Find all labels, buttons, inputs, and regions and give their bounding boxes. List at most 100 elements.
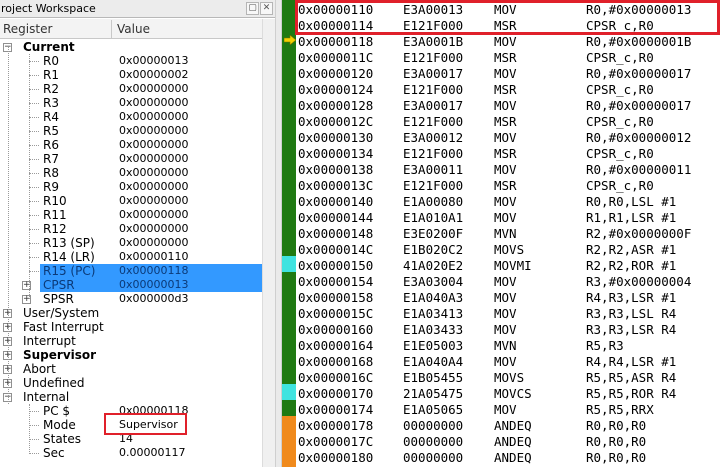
instruction-operands: R5,R5,ROR R4 [586,386,677,401]
disassembly-row[interactable]: 0x00000178 00000000 ANDEQ R0,R0,R0 [296,418,720,434]
tree-connector [29,257,39,258]
restore-icon[interactable]: ▢ [246,2,259,15]
register-row-r4[interactable]: R4 0x00000000 [0,110,262,124]
disassembly-row[interactable]: 0x00000124 E121F000 MSR CPSR_c,R0 [296,82,720,98]
disassembly-row[interactable]: 0x0000012C E121F000 MSR CPSR_c,R0 [296,114,720,130]
register-row-r8[interactable]: R8 0x00000000 [0,166,262,180]
disassembly-row[interactable]: 0x00000148 E3E0200F MVN R2,#0x0000000F [296,226,720,242]
disassembly-row[interactable]: 0x00000160 E1A03433 MOV R3,R3,LSR R4 [296,322,720,338]
disassembly-row[interactable]: 0x0000015C E1A03413 MOV R3,R3,LSL R4 [296,306,720,322]
disassembly-row[interactable]: 0x00000150 41A020E2 MOVMI R2,R2,ROR #1 [296,258,720,274]
instruction-opcode: E3A03004 [403,274,464,289]
disassembly-row[interactable]: 0x00000120 E3A00017 MOV R0,#0x00000017 [296,66,720,82]
register-row-r9[interactable]: R9 0x00000000 [0,180,262,194]
tree-node-user-system[interactable]: + User/System [0,306,262,320]
disassembly-row[interactable]: 0x00000180 00000000 ANDEQ R0,R0,R0 [296,450,720,466]
instruction-operands: R2,R2,ROR #1 [586,258,677,273]
register-row-r7[interactable]: R7 0x00000000 [0,152,262,166]
tree-connector [29,117,39,118]
tree-node-internal[interactable]: − Internal [0,390,262,404]
register-row-r5[interactable]: R5 0x00000000 [0,124,262,138]
instruction-mnemonic: MOV [494,402,517,417]
register-row-r2[interactable]: R2 0x00000000 [0,82,262,96]
tree-node-fast-interrupt[interactable]: + Fast Interrupt [0,320,262,334]
row-value: 0x00000000 [119,82,189,95]
instruction-address: 0x00000178 [298,418,374,433]
row-value: 0x00000000 [119,222,189,235]
register-row-r1[interactable]: R1 0x00000002 [0,68,262,82]
instruction-opcode: E1B05455 [403,370,464,385]
register-row-spsr[interactable]: + SPSR 0x000000d3 [0,292,262,306]
instruction-address: 0x00000170 [298,386,374,401]
instruction-mnemonic: MOV [494,66,517,81]
disassembly-row[interactable]: 0x00000174 E1A05065 MOV R5,R5,RRX [296,402,720,418]
disassembly-row[interactable]: 0x00000144 E1A010A1 MOV R1,R1,LSR #1 [296,210,720,226]
instruction-address: 0x00000124 [298,82,374,97]
row-value: 0x00000000 [119,152,189,165]
internal-row-sec[interactable]: Sec 0.00000117 [0,446,262,460]
disassembly-row[interactable]: 0x0000013C E121F000 MSR CPSR_c,R0 [296,178,720,194]
instruction-address: 0x00000160 [298,322,374,337]
register-row-r6[interactable]: R6 0x00000000 [0,138,262,152]
register-column-header[interactable]: Register [3,22,52,36]
disassembly-row[interactable]: 0x0000017C 00000000 ANDEQ R0,R0,R0 [296,434,720,450]
instruction-mnemonic: MOV [494,290,517,305]
row-label: R9 [43,180,59,194]
instruction-opcode: E1A03413 [403,306,464,321]
row-value: 0x00000000 [119,138,189,151]
disassembly-row[interactable]: 0x00000138 E3A00011 MOV R0,#0x00000011 [296,162,720,178]
register-row-r15-pc[interactable]: R15 (PC) 0x00000118 [0,264,262,278]
instruction-opcode: E3A0001B [403,34,464,49]
instruction-opcode: E1A040A4 [403,354,464,369]
tree-node-undefined[interactable]: + Undefined [0,376,262,390]
workspace-title: roject Workspace [1,2,96,15]
register-row-r3[interactable]: R3 0x00000000 [0,96,262,110]
column-separator[interactable] [111,20,112,38]
register-vertical-scrollbar[interactable] [262,19,275,467]
instruction-operands: R5,R5,ASR R4 [586,370,677,385]
register-row-r14-lr[interactable]: R14 (LR) 0x00000110 [0,250,262,264]
tree-node-supervisor[interactable]: + Supervisor [0,348,262,362]
instruction-opcode: E121F000 [403,146,464,161]
disassembly-row[interactable]: 0x00000158 E1A040A3 MOV R4,R3,LSR #1 [296,290,720,306]
instruction-operands: R0,#0x0000001B [586,34,692,49]
row-label: Interrupt [23,334,76,348]
close-icon[interactable]: ✕ [260,2,273,15]
disassembly-row[interactable]: 0x00000128 E3A00017 MOV R0,#0x00000017 [296,98,720,114]
row-label: Abort [23,362,56,376]
disassembly-row[interactable]: 0x00000170 21A05475 MOVCS R5,R5,ROR R4 [296,386,720,402]
disassembly-row[interactable]: 0x00000118 E3A0001B MOV R0,#0x0000001B [296,34,720,50]
value-column-header[interactable]: Value [117,22,150,36]
register-row-cpsr[interactable]: + CPSR 0x00000013 [0,278,262,292]
instruction-address: 0x00000144 [298,210,374,225]
disassembly-row[interactable]: 0x0000011C E121F000 MSR CPSR_c,R0 [296,50,720,66]
disassembly-row[interactable]: 0x00000154 E3A03004 MOV R3,#0x00000004 [296,274,720,290]
instruction-address: 0x0000016C [298,370,374,385]
instruction-operands: CPSR_c,R0 [586,146,654,161]
tree-node-abort[interactable]: + Abort [0,362,262,376]
instruction-operands: R3,#0x00000004 [586,274,692,289]
disassembly-row[interactable]: 0x00000134 E121F000 MSR CPSR_c,R0 [296,146,720,162]
register-row-r10[interactable]: R10 0x00000000 [0,194,262,208]
register-row-r0[interactable]: R0 0x00000013 [0,54,262,68]
row-value: 0x000000d3 [119,292,189,305]
disassembly-row[interactable]: 0x00000130 E3A00012 MOV R0,#0x00000012 [296,130,720,146]
disassembly-row[interactable]: 0x0000014C E1B020C2 MOVS R2,R2,ASR #1 [296,242,720,258]
row-value: 0x00000000 [119,166,189,179]
register-row-r13-sp[interactable]: R13 (SP) 0x00000000 [0,236,262,250]
instruction-mnemonic: MOV [494,274,517,289]
instruction-operands: R3,R3,LSL R4 [586,306,677,321]
disassembly-row[interactable]: 0x0000016C E1B05455 MOVS R5,R5,ASR R4 [296,370,720,386]
row-label: R5 [43,124,59,138]
tree-node-current[interactable]: − Current [0,40,262,54]
row-label: R12 [43,222,67,236]
tree-node-interrupt[interactable]: + Interrupt [0,334,262,348]
disassembly-row[interactable]: 0x00000168 E1A040A4 MOV R4,R4,LSR #1 [296,354,720,370]
disassembly-row[interactable]: 0x00000164 E1E05003 MVN R5,R3 [296,338,720,354]
register-row-r11[interactable]: R11 0x00000000 [0,208,262,222]
disassembly-row[interactable]: 0x00000140 E1A00080 MOV R0,R0,LSL #1 [296,194,720,210]
tree-connector [29,89,39,90]
panel-splitter[interactable] [275,0,282,467]
register-row-r12[interactable]: R12 0x00000000 [0,222,262,236]
instruction-opcode: E3A00012 [403,130,464,145]
